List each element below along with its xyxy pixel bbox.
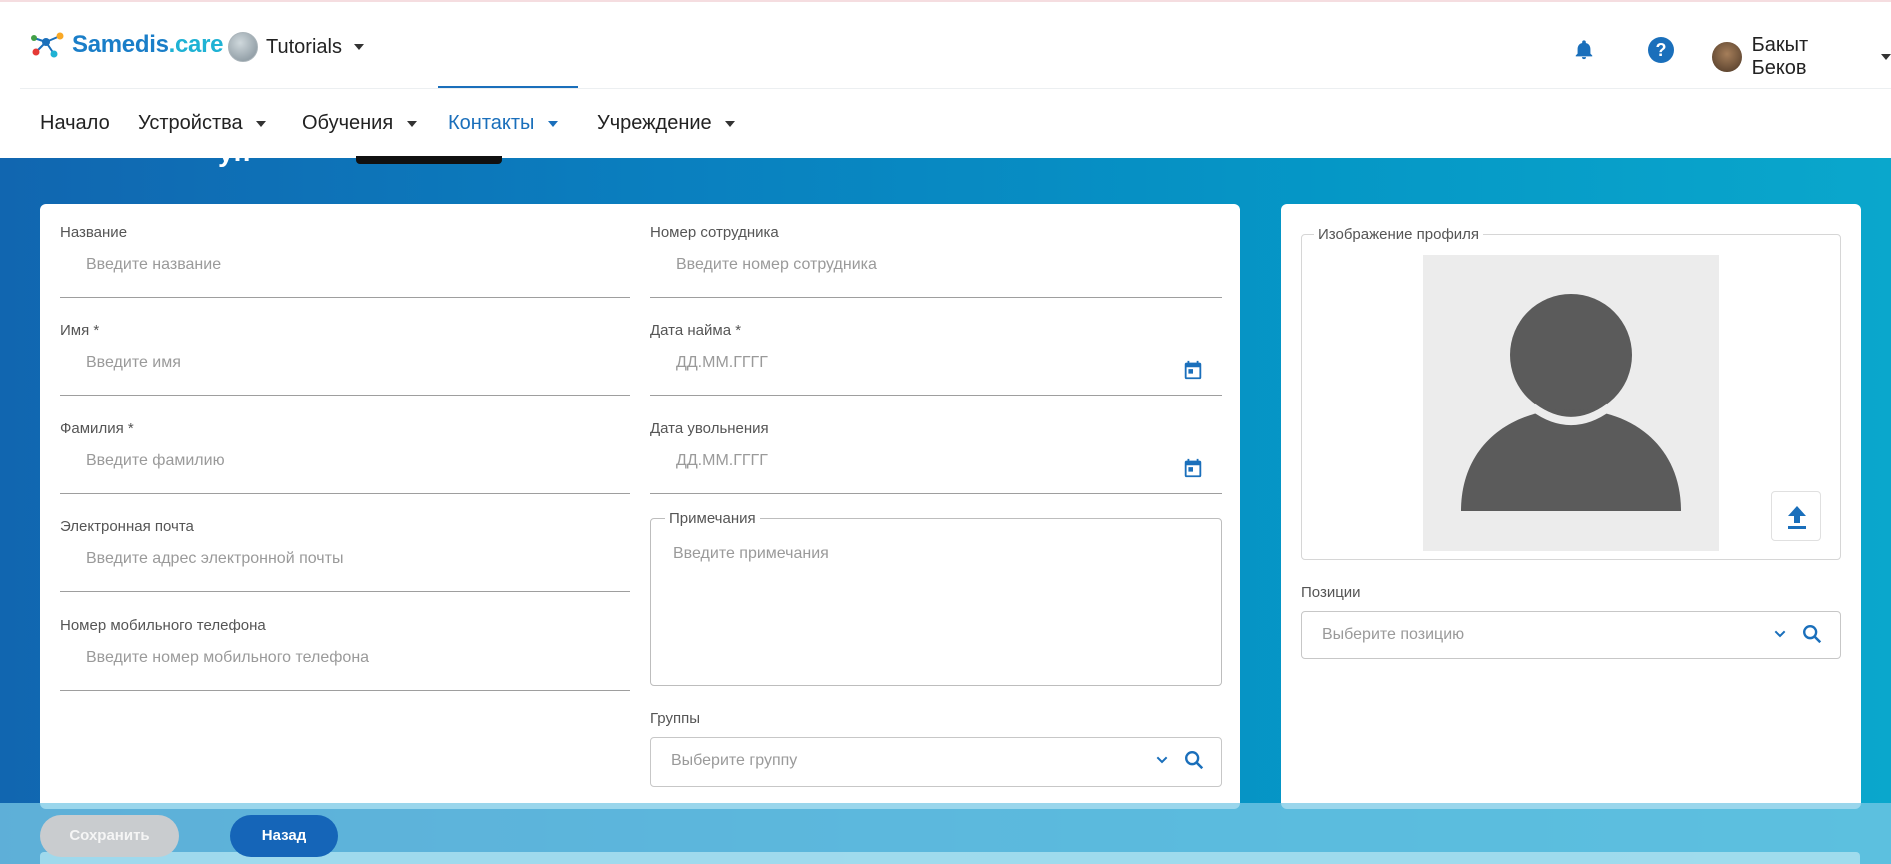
field-underline [60,591,630,592]
nav-item-label: Обучения [302,112,394,134]
upload-icon [1788,506,1806,529]
nav-item-contacts[interactable]: Контакты [448,89,558,159]
nav-item-home[interactable]: Начало [40,89,110,159]
save-button[interactable]: Сохранить [40,815,179,857]
tenant-switcher[interactable]: Tutorials [228,32,364,62]
termination-date-label: Дата увольнения [650,420,769,437]
logo-text-main: Samedis [72,31,169,58]
back-button[interactable]: Назад [230,815,338,857]
tenant-avatar [228,32,258,62]
employee-number-field[interactable]: Номер сотрудника Введите номер сотрудник… [650,224,1222,298]
notes-label: Примечания [665,510,760,527]
email-field[interactable]: Электронная почта Введите адрес электрон… [60,518,630,592]
nav-item-label: Устройства [138,112,243,134]
main-nav: Начало Устройства Обучения Контакты Учре… [20,88,1891,158]
chevron-down-icon[interactable] [1772,626,1788,642]
nav-item-label: Начало [40,112,110,134]
field-underline [650,395,1222,396]
positions-label: Позиции [1301,584,1361,601]
profile-image-box: Изображение профиля [1301,226,1841,560]
caret-down-icon [547,120,558,127]
name-input[interactable]: Введите название [60,256,630,274]
calendar-icon[interactable] [1182,457,1204,479]
user-name: Бакыт Беков [1751,34,1809,79]
termination-date-field[interactable]: Дата увольнения ДД.ММ.ГГГГ [650,420,1222,494]
positions-select[interactable]: Выберите позицию [1301,611,1841,659]
field-underline [60,395,630,396]
nav-item-facility[interactable]: Учреждение [597,89,736,159]
first-name-field[interactable]: Имя * Введите имя [60,322,630,396]
page: Samedis.care Tutorials ? Бакыт Беков Нач… [0,0,1891,864]
hire-date-field[interactable]: Дата найма * ДД.ММ.ГГГГ [650,322,1222,396]
last-name-input[interactable]: Введите фамилию [60,452,630,470]
help-icon[interactable]: ? [1648,37,1674,63]
groups-label: Группы [650,710,700,727]
groups-placeholder: Выберите группу [671,752,798,769]
tenant-name: Tutorials [266,35,342,58]
mobile-input[interactable]: Введите номер мобильного телефона [60,649,630,667]
positions-label-wrap: Позиции [1301,584,1841,604]
field-underline [650,297,1222,298]
field-underline [650,493,1222,494]
caret-down-icon [1881,54,1891,60]
bell-icon[interactable] [1573,38,1595,62]
caret-down-icon [725,120,736,127]
user-menu[interactable]: Бакыт Беков [1712,34,1891,80]
user-avatar [1712,42,1742,72]
nav-item-label: Учреждение [597,112,712,134]
page-title: уп [218,136,251,167]
last-name-field[interactable]: Фамилия * Введите фамилию [60,420,630,494]
employee-number-input[interactable]: Введите номер сотрудника [650,256,1222,274]
mobile-label: Номер мобильного телефона [60,617,266,634]
header-chip [356,156,502,164]
search-icon[interactable] [1183,749,1205,771]
groups-label-wrap: Группы [650,710,1222,730]
nav-item-label: Контакты [448,112,535,134]
field-underline [60,690,630,691]
name-field[interactable]: Название Введите название [60,224,630,298]
first-name-label: Имя * [60,322,100,339]
profile-image [1423,255,1719,551]
name-label: Название [60,224,128,241]
groups-select[interactable]: Выберите группу [650,737,1222,787]
calendar-icon[interactable] [1182,359,1204,381]
chevron-down-icon[interactable] [1154,752,1170,768]
logo[interactable]: Samedis.care [30,30,223,60]
caret-down-icon [256,120,267,127]
first-name-input[interactable]: Введите имя [60,354,630,372]
avatar-placeholder-icon [1461,294,1681,511]
logo-text: Samedis.care [72,31,223,59]
email-input[interactable]: Введите адрес электронной почты [60,550,630,568]
contact-form-card: Название Введите название Имя * Введите … [40,204,1240,809]
caret-down-icon [353,44,364,50]
hire-date-input[interactable]: ДД.ММ.ГГГГ [650,354,1222,372]
field-underline [60,493,630,494]
top-bar: Samedis.care Tutorials ? Бакыт Беков [0,0,1891,88]
nav-item-trainings[interactable]: Обучения [302,89,417,159]
profile-card: Изображение профиля Позиции Выберите поз… [1281,204,1861,809]
notes-textarea[interactable]: Примечания Введите примечания [650,510,1222,686]
search-icon[interactable] [1801,623,1823,645]
logo-text-tld: .care [168,31,224,58]
last-name-label: Фамилия * [60,420,134,437]
mobile-field[interactable]: Номер мобильного телефона Введите номер … [60,617,630,691]
profile-image-label: Изображение профиля [1314,226,1484,243]
email-label: Электронная почта [60,518,194,535]
caret-down-icon [406,120,417,127]
logo-network-icon [31,32,64,58]
upload-image-button[interactable] [1771,491,1821,541]
positions-placeholder: Выберите позицию [1322,626,1465,643]
nav-active-indicator [438,86,578,88]
hire-date-label: Дата найма * [650,322,742,339]
notes-placeholder: Введите примечания [673,545,829,562]
field-underline [60,297,630,298]
termination-date-input[interactable]: ДД.ММ.ГГГГ [650,452,1222,470]
employee-number-label: Номер сотрудника [650,224,779,241]
